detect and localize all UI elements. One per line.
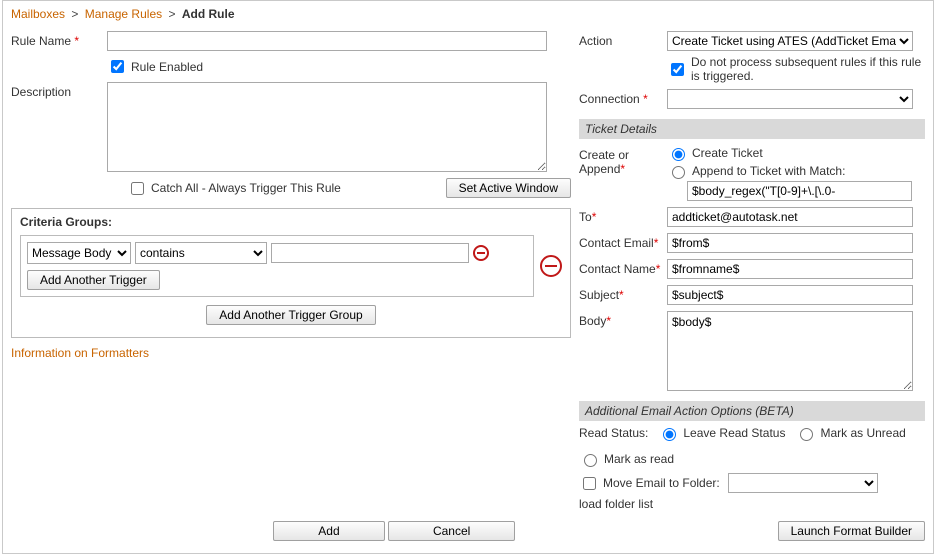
to-label: To*	[579, 207, 667, 224]
left-column: Rule Name * Rule Enabled Description	[11, 25, 571, 360]
description-textarea[interactable]	[107, 82, 547, 172]
move-email-checkbox[interactable]	[583, 477, 596, 490]
create-ticket-radio-input[interactable]	[672, 148, 685, 161]
criteria-field-select[interactable]: Message Body	[27, 242, 131, 264]
read-leave-radio[interactable]: Leave Read Status	[658, 425, 785, 441]
breadcrumb-sep: >	[165, 7, 178, 21]
remove-group-icon[interactable]	[540, 255, 562, 277]
append-match-input[interactable]	[687, 181, 912, 201]
breadcrumb-mailboxes[interactable]: Mailboxes	[11, 7, 65, 21]
breadcrumb-sep: >	[68, 7, 81, 21]
additional-options-header: Additional Email Action Options (BETA)	[579, 401, 925, 421]
read-status-label: Read Status:	[579, 426, 648, 440]
read-read-radio-input[interactable]	[584, 454, 597, 467]
description-label: Description	[11, 82, 107, 99]
subject-input[interactable]	[667, 285, 913, 305]
create-ticket-radio-label: Create Ticket	[692, 146, 763, 160]
contact-name-label: Contact Name*	[579, 259, 667, 276]
connection-label: Connection *	[579, 89, 667, 106]
rule-name-label: Rule Name *	[11, 31, 107, 48]
criteria-groups-title: Criteria Groups:	[20, 215, 562, 229]
stop-processing-checkbox[interactable]	[671, 63, 684, 76]
append-ticket-radio-label: Append to Ticket with Match:	[692, 164, 845, 178]
create-or-append-label: Create or Append*	[579, 145, 667, 176]
rule-enabled-input[interactable]	[111, 60, 124, 73]
read-read-label: Mark as read	[604, 452, 674, 466]
criteria-group-box: Message Body contains Add Another Trigge…	[20, 235, 534, 297]
breadcrumb-manage-rules[interactable]: Manage Rules	[85, 7, 162, 21]
right-column: Action Create Ticket using ATES (AddTick…	[571, 25, 925, 511]
action-select[interactable]: Create Ticket using ATES (AddTicket Emai…	[667, 31, 913, 51]
read-leave-label: Leave Read Status	[683, 426, 785, 440]
body-textarea[interactable]: $body$	[667, 311, 913, 391]
read-leave-radio-input[interactable]	[663, 428, 676, 441]
read-unread-radio[interactable]: Mark as Unread	[795, 425, 905, 441]
set-active-window-button[interactable]: Set Active Window	[446, 178, 571, 198]
criteria-groups-fieldset: Criteria Groups: Message Body contains	[11, 208, 571, 338]
catch-all-label: Catch All - Always Trigger This Rule	[151, 181, 341, 195]
contact-email-label: Contact Email*	[579, 233, 667, 250]
info-on-formatters-link[interactable]: Information on Formatters	[11, 346, 149, 360]
connection-select[interactable]	[667, 89, 913, 109]
move-folder-select[interactable]	[728, 473, 878, 493]
read-unread-label: Mark as Unread	[820, 426, 905, 440]
read-status-row: Read Status: Leave Read Status Mark as U…	[579, 425, 925, 467]
breadcrumb-current: Add Rule	[182, 7, 235, 21]
cancel-button[interactable]: Cancel	[388, 521, 515, 541]
add-rule-page: Mailboxes > Manage Rules > Add Rule Rule…	[2, 0, 934, 554]
stop-processing-label: Do not process subsequent rules if this …	[691, 55, 925, 83]
append-ticket-radio[interactable]: Append to Ticket with Match:	[667, 163, 912, 179]
body-label: Body*	[579, 311, 667, 328]
move-email-label: Move Email to Folder:	[603, 476, 720, 490]
ticket-details-header: Ticket Details	[579, 119, 925, 139]
to-input[interactable]	[667, 207, 913, 227]
catch-all-checkbox[interactable]: Catch All - Always Trigger This Rule	[127, 179, 446, 198]
criteria-value-input[interactable]	[271, 243, 469, 263]
criteria-operator-select[interactable]: contains	[135, 242, 267, 264]
catch-all-input[interactable]	[131, 182, 144, 195]
load-folder-list-link[interactable]: load folder list	[579, 497, 653, 511]
read-read-radio[interactable]: Mark as read	[579, 451, 674, 467]
subject-label: Subject*	[579, 285, 667, 302]
read-unread-radio-input[interactable]	[800, 428, 813, 441]
rule-enabled-checkbox[interactable]: Rule Enabled	[107, 57, 203, 76]
contact-email-input[interactable]	[667, 233, 913, 253]
append-ticket-radio-input[interactable]	[672, 166, 685, 179]
remove-criteria-icon[interactable]	[473, 245, 489, 261]
add-another-trigger-group-button[interactable]: Add Another Trigger Group	[206, 305, 375, 325]
criteria-line: Message Body contains	[27, 242, 527, 264]
add-button[interactable]: Add	[273, 521, 384, 541]
breadcrumb: Mailboxes > Manage Rules > Add Rule	[3, 1, 933, 25]
action-label: Action	[579, 31, 667, 48]
create-ticket-radio[interactable]: Create Ticket	[667, 145, 912, 161]
rule-enabled-label: Rule Enabled	[131, 60, 203, 74]
rule-name-input[interactable]	[107, 31, 547, 51]
launch-format-builder-button[interactable]: Launch Format Builder	[778, 521, 925, 541]
add-another-trigger-button[interactable]: Add Another Trigger	[27, 270, 160, 290]
contact-name-input[interactable]	[667, 259, 913, 279]
